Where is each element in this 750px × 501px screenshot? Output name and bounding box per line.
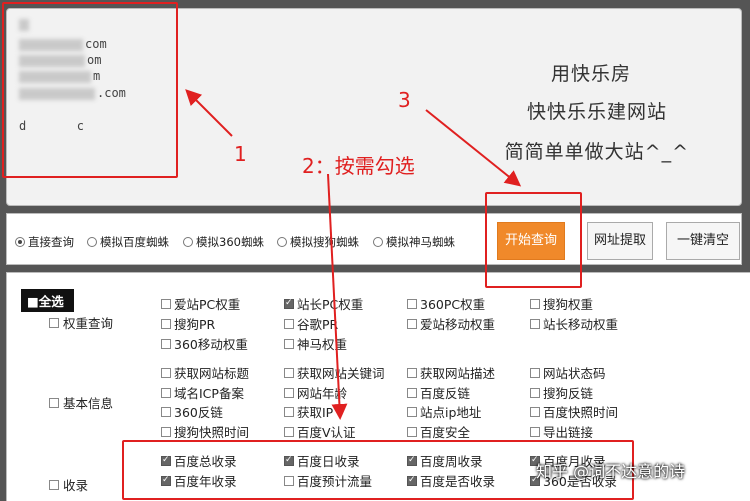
watermark: 知乎 @词不达意的诗 bbox=[536, 462, 686, 481]
arrow-3 bbox=[425, 109, 522, 187]
annotation-arrows bbox=[185, 89, 522, 420]
arrow-1 bbox=[185, 89, 233, 137]
arrow-2 bbox=[327, 173, 348, 420]
